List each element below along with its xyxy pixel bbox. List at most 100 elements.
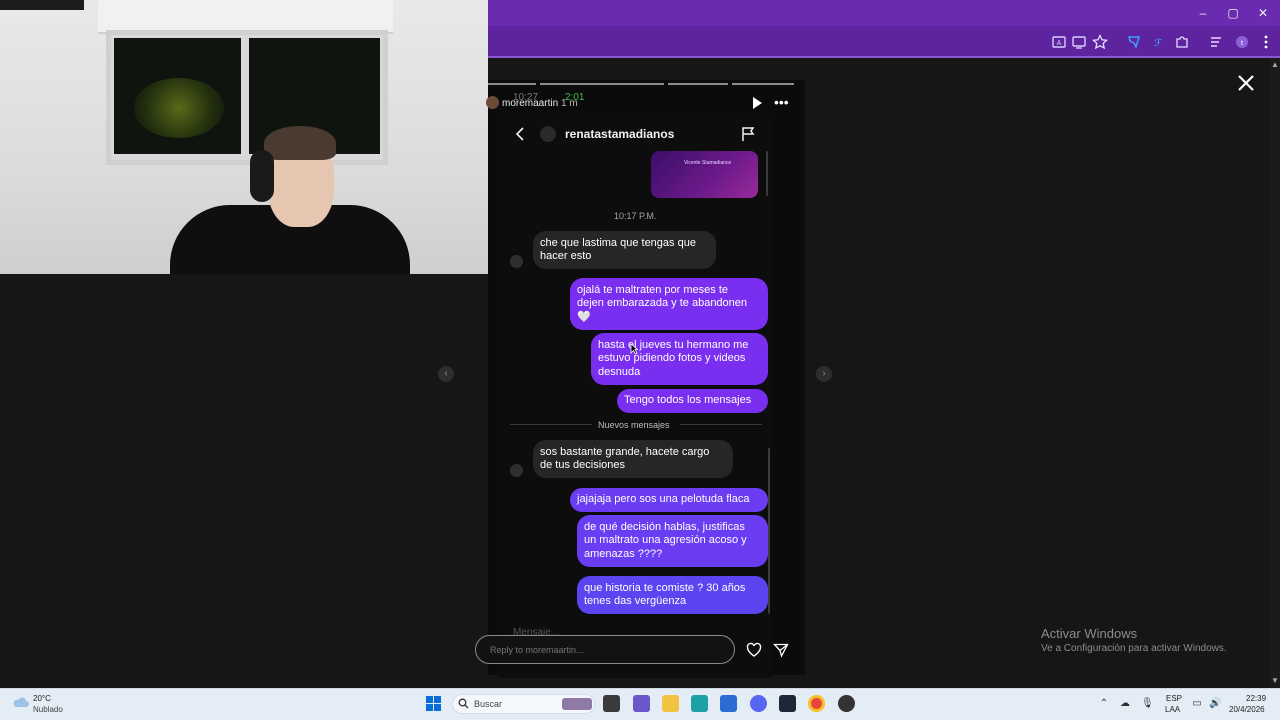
weather-temperature[interactable]: 20°C — [33, 694, 51, 703]
svg-text:ℱ: ℱ — [1154, 38, 1162, 49]
store-icon[interactable] — [720, 695, 737, 712]
clock-date[interactable]: 20/4/2026 — [1229, 705, 1265, 714]
activate-windows-title: Activar Windows — [1041, 626, 1138, 641]
message-line: estuvo pidiendo fotos y videos — [598, 352, 746, 365]
contact-avatar — [540, 126, 556, 142]
cloud-icon[interactable] — [12, 695, 30, 709]
message-timestamp: 10:17 P.M. — [614, 211, 657, 221]
story-age: 1 m — [561, 98, 578, 109]
media-thumbnail — [651, 151, 758, 198]
next-story-arrow[interactable]: › — [816, 366, 832, 382]
search-icon — [458, 698, 469, 709]
obs-icon[interactable] — [838, 695, 855, 712]
previous-story-arrow[interactable]: ‹ — [438, 366, 454, 382]
mouse-cursor-icon — [630, 343, 638, 355]
sender-avatar — [510, 255, 523, 268]
message-line: un maltrato una agresión acoso y — [584, 534, 747, 547]
message-line: amenazas ???? — [584, 547, 663, 560]
reply-input[interactable] — [475, 635, 735, 664]
sender-avatar — [510, 464, 523, 477]
network-icon[interactable]: ▭ — [1191, 698, 1203, 709]
headset-icon — [250, 150, 274, 202]
story-progress-segment — [668, 83, 728, 85]
message-line: dejen embarazada y te abandonen — [577, 297, 748, 310]
message-line: desnuda — [598, 365, 641, 378]
message-line: 🤍 — [577, 310, 591, 323]
dm-scrollbar — [768, 448, 770, 614]
message-line: de tus decisiones — [540, 459, 625, 471]
onedrive-icon[interactable]: ☁ — [1119, 698, 1131, 709]
extension-icon[interactable] — [1125, 33, 1143, 51]
message-line: tenes das vergüenza — [584, 595, 687, 607]
story-progress-segment — [540, 83, 664, 85]
contact-name: renatastamadianos — [565, 127, 675, 141]
cast-icon[interactable] — [1070, 33, 1088, 51]
translate-icon[interactable]: A — [1050, 33, 1068, 51]
maximize-button[interactable]: ▢ — [1222, 4, 1244, 22]
media-icon[interactable] — [1208, 33, 1226, 51]
send-icon[interactable] — [773, 642, 789, 658]
clock-time[interactable]: 22:39 — [1246, 694, 1266, 703]
message-line: de qué decisión hablas, justificas — [584, 520, 745, 533]
search-highlight-image[interactable] — [562, 698, 592, 710]
close-window-button[interactable]: ✕ — [1252, 4, 1274, 22]
message-bubble: que historia te comiste ? 30 años tenes d… — [577, 576, 768, 614]
scroll-up-arrow[interactable]: ▲ — [1270, 60, 1280, 70]
steam-icon[interactable] — [779, 695, 796, 712]
message-line: ojalá te maltraten por meses te — [577, 283, 729, 296]
widgets-icon[interactable] — [633, 695, 650, 712]
message-line: hacer esto — [540, 250, 592, 262]
message-bubble: sos bastante grande, hacete cargo de tus … — [533, 440, 733, 478]
discord-icon[interactable] — [750, 695, 767, 712]
message-bubble: ojalá te maltraten por meses te dejen emb… — [570, 278, 768, 330]
scroll-down-arrow[interactable]: ▼ — [1270, 676, 1280, 686]
window-blind — [98, 0, 393, 34]
message-bubble: de qué decisión hablas, justificas un mal… — [577, 515, 768, 567]
back-arrow-icon — [515, 127, 524, 141]
chrome-icon[interactable] — [808, 695, 825, 712]
translate2-icon[interactable]: ℱ — [1149, 33, 1167, 51]
webcam-feed — [0, 0, 488, 274]
story-user-avatar[interactable] — [486, 96, 499, 109]
message-line: sos bastante grande, hacete cargo — [540, 445, 710, 458]
microphone-icon[interactable]: 🎙 — [1141, 698, 1154, 709]
message-bubble: jajajaja pero sos una pelotuda flaca — [570, 488, 768, 512]
chevron-up-icon[interactable]: ⌃ — [1098, 698, 1110, 709]
tree-glow — [134, 78, 224, 138]
divider-line — [510, 424, 592, 425]
minimize-button[interactable]: – — [1192, 4, 1214, 22]
windows-start-icon[interactable] — [425, 695, 442, 712]
profile-icon[interactable]: t — [1233, 33, 1251, 51]
dm-scrollbar — [766, 151, 768, 196]
language-top[interactable]: ESP — [1166, 694, 1182, 703]
weather-description[interactable]: Nublado — [33, 705, 63, 714]
window — [106, 30, 388, 165]
story-progress-segment — [732, 83, 794, 85]
message-line: que historia te comiste ? 30 años — [584, 581, 746, 594]
star-icon[interactable] — [1091, 33, 1109, 51]
flag-icon — [742, 127, 755, 141]
file-explorer-icon[interactable] — [662, 695, 679, 712]
heart-icon[interactable] — [746, 642, 762, 658]
message-bubble: hasta el jueves tu hermano me estuvo pidi… — [591, 333, 768, 385]
more-options-icon[interactable]: ••• — [774, 95, 790, 109]
task-view-icon[interactable] — [603, 695, 620, 712]
close-icon[interactable] — [1235, 72, 1257, 94]
language-bottom[interactable]: LAA — [1165, 705, 1180, 714]
divider-line — [680, 424, 762, 425]
message-bubble: Tengo todos los mensajes — [617, 389, 768, 413]
message-line: Tengo todos los mensajes — [624, 394, 752, 407]
story-username[interactable]: moremaartin — [502, 98, 558, 109]
page-scrollbar[interactable] — [1270, 58, 1280, 688]
person-hair — [264, 126, 336, 160]
menu-icon[interactable] — [1257, 33, 1275, 51]
message-line: che que lastima que tengas que — [540, 236, 696, 249]
puzzle-icon[interactable] — [1173, 33, 1191, 51]
edge-icon[interactable] — [691, 695, 708, 712]
volume-icon[interactable]: 🔊 — [1209, 698, 1221, 709]
message-bubble: che que lastima que tengas que hacer esto — [533, 231, 716, 269]
play-icon[interactable] — [751, 96, 763, 110]
media-caption: Vicente Stamadianos — [684, 160, 732, 166]
message-line: hasta el jueves tu hermano me — [598, 338, 749, 351]
svg-text:t: t — [1241, 40, 1243, 47]
